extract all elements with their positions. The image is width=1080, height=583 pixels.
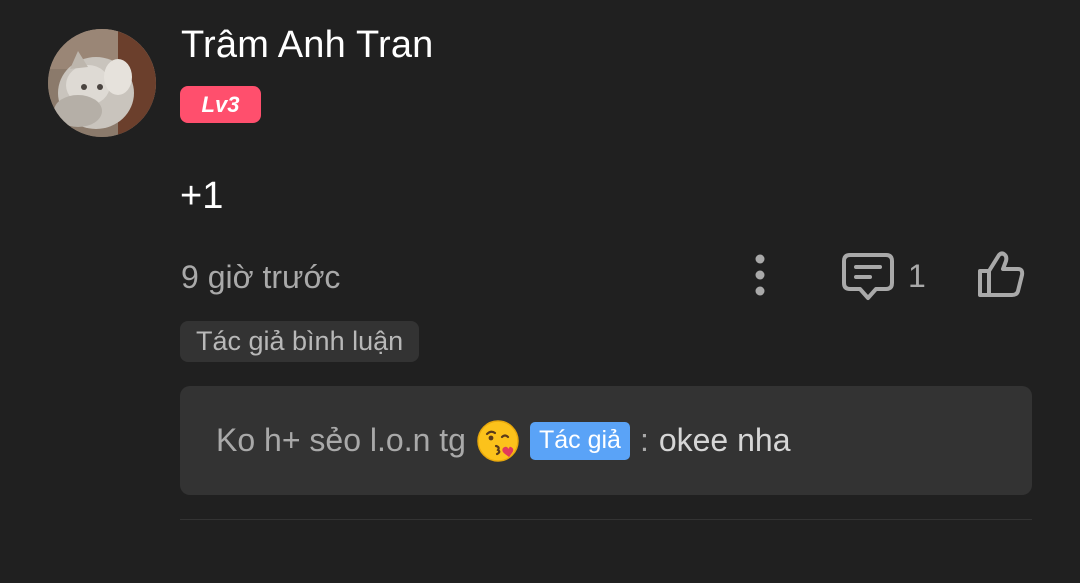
username[interactable]: Trâm Anh Tran	[181, 24, 434, 67]
divider	[180, 519, 1032, 520]
like-button[interactable]	[975, 249, 1027, 301]
reply-quoted-text: Ko h+ sẻo l.o.n tg	[216, 422, 466, 458]
level-badge: Lv3	[180, 86, 261, 123]
comment-text: +1	[180, 175, 224, 217]
avatar-image	[48, 29, 156, 137]
more-vertical-icon	[755, 254, 765, 296]
comment-icon	[842, 253, 894, 300]
reply-count: 1	[908, 257, 926, 294]
avatar[interactable]	[48, 29, 156, 137]
reply-preview[interactable]: Ko h+ sẻo l.o.n tg Tác giả : okee nha	[180, 386, 1032, 495]
reply-button[interactable]: 1	[840, 250, 926, 302]
thumbs-up-icon	[978, 251, 1025, 297]
author-commented-tag: Tác giả bình luận	[180, 321, 420, 362]
author-badge: Tác giả	[529, 421, 630, 460]
kissing-face-emoji-icon	[477, 419, 519, 462]
reply-separator: :	[639, 422, 649, 458]
author-reply-text: okee nha	[658, 422, 791, 458]
reply-preview-content: Ko h+ sẻo l.o.n tg Tác giả : okee nha	[216, 386, 791, 495]
more-options-button[interactable]	[740, 252, 780, 298]
comment-timestamp: 9 giờ trước	[181, 259, 341, 295]
